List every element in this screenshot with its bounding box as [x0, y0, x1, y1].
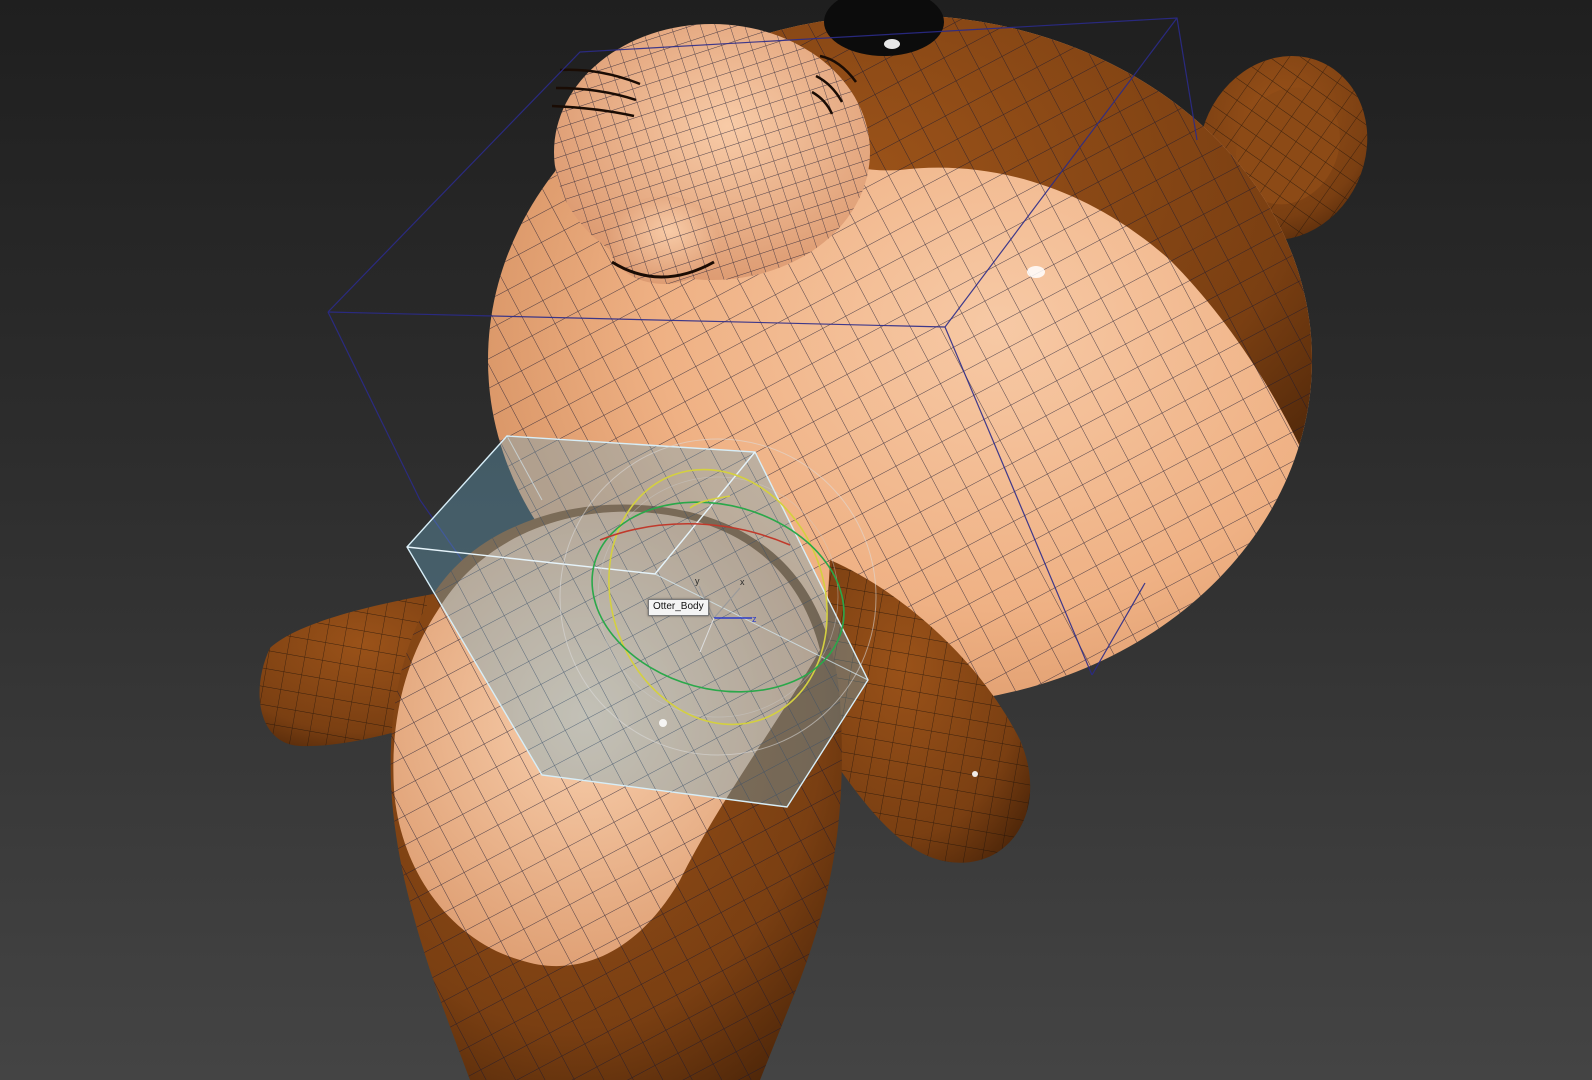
belly-highlight [659, 719, 667, 727]
selected-object-label: Otter_Body [648, 599, 709, 616]
3d-viewport[interactable]: y x z Otter_Body [0, 0, 1592, 1080]
axis-label-y: y [695, 576, 700, 586]
scene-render[interactable]: y x z [0, 0, 1592, 1080]
axis-label-x: x [740, 577, 745, 587]
axis-label-z: z [752, 614, 757, 624]
